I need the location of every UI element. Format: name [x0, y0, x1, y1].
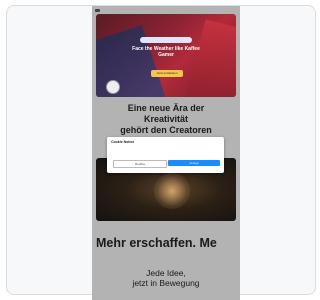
cookie-decline-button[interactable]: Decline — [113, 160, 167, 168]
hero-badge — [140, 37, 192, 43]
subheadline-line-1: Jede Idee, — [146, 268, 186, 278]
headline-line-3: gehört den Creatoren — [120, 125, 212, 135]
cookie-accept-button[interactable]: Accept — [168, 160, 220, 166]
marquee-headline: Mehr erschaffen. Me — [96, 236, 217, 250]
hero-graphic-red — [183, 19, 236, 97]
hero-cta-button[interactable]: Jetzt entdecken — [151, 70, 183, 77]
section-headline: Eine neue Ära der Kreativität gehört den… — [92, 103, 240, 136]
subheadline: Jede Idee, jetzt in Bewegung — [92, 268, 240, 288]
light-glow — [154, 173, 190, 209]
hero-title: Face the Weather like Kaffee Gamer — [132, 46, 200, 58]
cookie-dialog-body — [111, 145, 220, 157]
headline-line-1: Eine neue Ära der — [127, 103, 205, 113]
status-bar-indicator — [95, 9, 100, 12]
cookie-consent-dialog: Cookie Notice Decline Accept — [107, 137, 224, 173]
hero-banner[interactable]: Face the Weather like Kaffee Gamer Jetzt… — [96, 14, 236, 97]
headline-line-2: Kreativität — [143, 114, 188, 124]
subheadline-line-2: jetzt in Bewegung — [132, 278, 200, 288]
cookie-dialog-title: Cookie Notice — [111, 140, 135, 144]
football-icon — [106, 80, 120, 94]
